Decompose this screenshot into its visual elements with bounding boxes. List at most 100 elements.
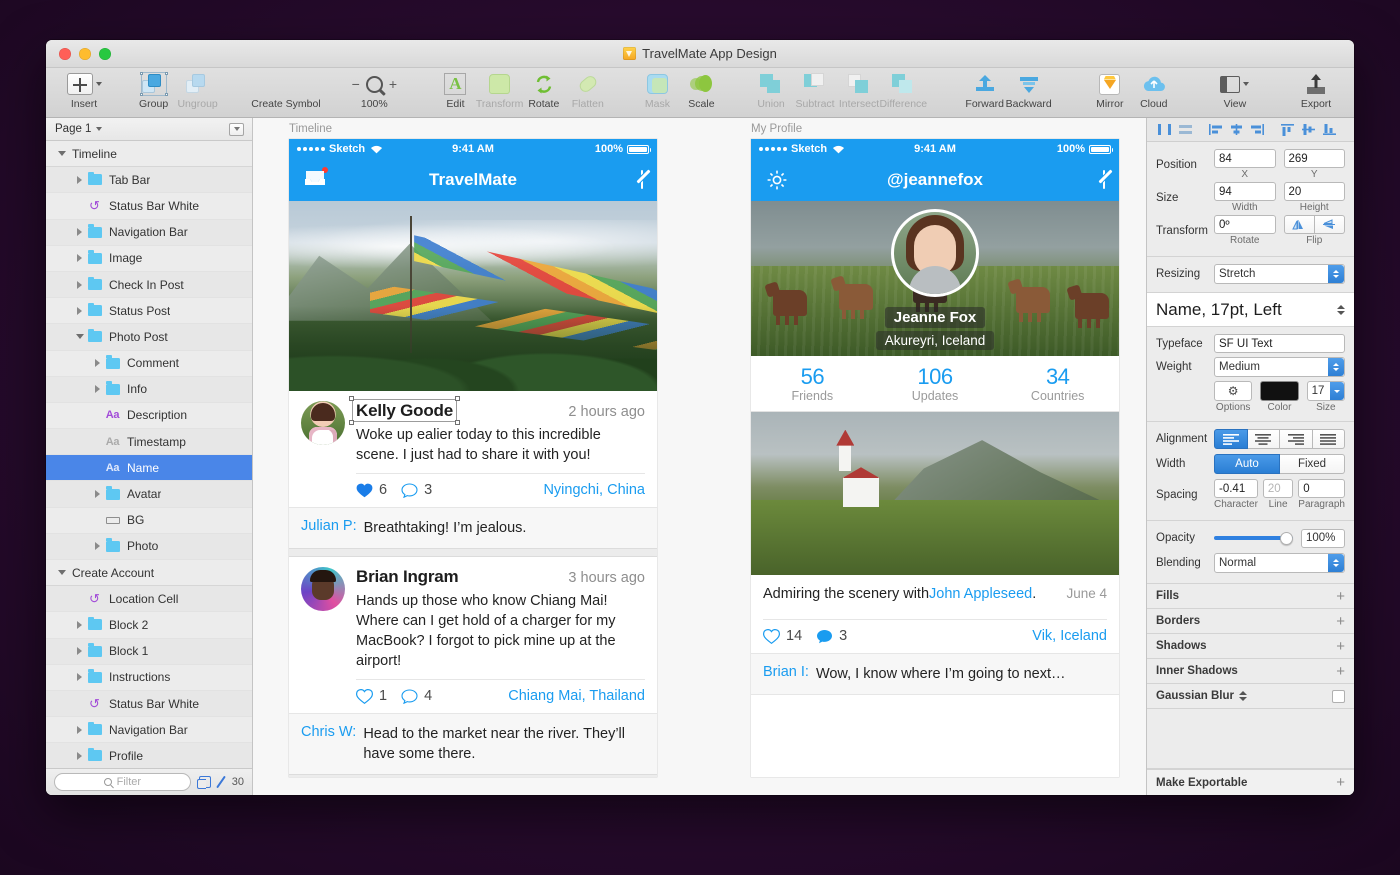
toolbar-export[interactable]: Export (1294, 72, 1338, 110)
inbox-button[interactable] (303, 165, 329, 193)
toolbar-scale[interactable]: Scale (679, 72, 723, 110)
comment-icon-filled[interactable] (816, 629, 833, 644)
toolbar-group[interactable]: Group (132, 72, 176, 110)
reply-author[interactable]: Brian I: (763, 664, 809, 684)
rotate-input[interactable]: 0º (1214, 215, 1276, 234)
toolbar-zoom[interactable]: − + 100% (352, 72, 397, 110)
layer-row-create-account[interactable]: Create Account (46, 560, 252, 587)
layer-row-status-bar-white[interactable]: ↺ Status Bar White (46, 193, 252, 220)
disclosure-collapsed-icon[interactable] (73, 673, 86, 682)
stepper-icon[interactable] (1329, 382, 1344, 400)
minimize-window-button[interactable] (79, 47, 91, 60)
profile-hero-photo[interactable]: Jeanne Fox Akureyri, Iceland (751, 201, 1119, 356)
layer-row-instructions[interactable]: Instructions (46, 665, 252, 691)
spacing-character-input[interactable]: -0.41 (1214, 479, 1258, 498)
plus-icon[interactable]: + (1336, 589, 1345, 604)
heart-icon-filled[interactable] (356, 483, 373, 498)
opacity-value-input[interactable]: 100% (1301, 528, 1345, 548)
selection-handle[interactable] (349, 396, 354, 401)
layer-row-status-post[interactable]: Status Post (46, 298, 252, 325)
layer-row-navigation-bar[interactable]: Navigation Bar (46, 717, 252, 744)
accordion-inner-shadows[interactable]: Inner Shadows + (1147, 659, 1354, 684)
layer-row-navigation-bar[interactable]: Navigation Bar (46, 219, 252, 246)
profile-post-photo-vik[interactable] (751, 412, 1119, 575)
post-location[interactable]: Chiang Mai, Thailand (508, 688, 645, 704)
toolbar-create-symbol[interactable]: Create Symbol (251, 72, 320, 110)
artboard-timeline[interactable]: Sketch 9:41 AM 100% TravelMate Kelly Goo… (289, 139, 657, 777)
accordion-shadows[interactable]: Shadows + (1147, 634, 1354, 659)
post-location[interactable]: Vik, Iceland (1032, 628, 1107, 644)
toolbar-mask[interactable]: Mask (635, 72, 679, 110)
size-width-input[interactable]: 94 (1214, 182, 1276, 201)
toolbar-intersect[interactable]: Intersect (837, 72, 881, 110)
layer-row-photo-post[interactable]: Photo Post (46, 324, 252, 351)
flip-vertical-button[interactable] (1314, 215, 1345, 234)
layer-row-block-2[interactable]: Block 2 (46, 612, 252, 639)
heart-icon-outline[interactable] (762, 628, 781, 644)
toolbar-ungroup[interactable]: Ungroup (176, 72, 220, 110)
maximize-window-button[interactable] (99, 47, 111, 60)
stepper-icon[interactable] (1328, 554, 1344, 572)
caption-link[interactable]: John Appleseed (929, 586, 1032, 602)
accordion-fills[interactable]: Fills + (1147, 584, 1354, 609)
plus-icon[interactable]: + (1336, 639, 1345, 654)
zoom-out-button[interactable]: − (352, 77, 360, 91)
close-window-button[interactable] (59, 47, 71, 60)
disclosure-collapsed-icon[interactable] (91, 385, 104, 394)
reply-author[interactable]: Julian P: (301, 518, 357, 538)
page-selector-row[interactable]: Page 1 (46, 118, 252, 141)
layer-row-name[interactable]: Aa Name (46, 455, 252, 482)
artboard-label-profile[interactable]: My Profile (751, 123, 802, 135)
window-controls[interactable] (59, 47, 111, 60)
pen-icon[interactable] (215, 776, 228, 789)
zoom-in-button[interactable]: + (389, 77, 397, 91)
artboard-profile[interactable]: Sketch 9:41 AM 100% @jeannefox Jeanne Fo… (751, 139, 1119, 777)
plus-icon[interactable]: + (1336, 775, 1345, 790)
font-size-input[interactable]: 17 (1306, 381, 1345, 401)
align-middle-icon[interactable] (1299, 122, 1318, 138)
disclosure-collapsed-icon[interactable] (73, 306, 86, 315)
font-options-button[interactable]: ⚙ (1214, 381, 1253, 401)
align-right-icon[interactable] (1248, 122, 1267, 138)
toolbar-difference[interactable]: Difference (879, 72, 927, 110)
toolbar-edit[interactable]: A Edit (433, 72, 477, 110)
align-center-horizontal-icon[interactable] (1227, 122, 1246, 138)
toolbar-union[interactable]: Union (749, 72, 793, 110)
layer-row-image[interactable]: Image (46, 246, 252, 272)
post-location[interactable]: Nyingchi, China (543, 482, 645, 498)
heart-icon-outline[interactable] (355, 688, 374, 704)
position-y-input[interactable]: 269 (1283, 149, 1345, 168)
layer-row-block-1[interactable]: Block 1 (46, 638, 252, 665)
align-text-right-button[interactable] (1280, 429, 1313, 449)
stat-updates[interactable]: 106 Updates (874, 364, 997, 403)
plus-icon[interactable]: + (1336, 614, 1345, 629)
layer-row-bg[interactable]: BG (46, 508, 252, 534)
disclosure-collapsed-icon[interactable] (73, 725, 86, 734)
artboard-label-timeline[interactable]: Timeline (289, 123, 332, 135)
toolbar-forward[interactable]: Forward (963, 72, 1007, 110)
disclosure-expanded-icon[interactable] (55, 151, 68, 157)
size-height-input[interactable]: 20 (1283, 182, 1345, 201)
toolbar-backward[interactable]: Backward (1006, 72, 1052, 110)
toolbar-transform[interactable]: Transform (476, 72, 523, 110)
layer-row-avatar[interactable]: Avatar (46, 481, 252, 508)
slider-knob[interactable] (1280, 531, 1293, 545)
align-left-icon[interactable] (1206, 122, 1225, 138)
disclosure-collapsed-icon[interactable] (73, 228, 86, 237)
compose-button[interactable] (1103, 170, 1105, 189)
layer-row-check-in-post[interactable]: Check In Post (46, 271, 252, 299)
disclosure-collapsed-icon[interactable] (91, 359, 104, 368)
blending-select[interactable]: Normal (1214, 553, 1345, 573)
selection-handle[interactable] (455, 396, 460, 401)
toolbar-subtract[interactable]: Subtract (793, 72, 837, 110)
stepper-icon[interactable] (1328, 358, 1344, 376)
layer-row-description[interactable]: Aa Description (46, 403, 252, 430)
disclosure-expanded-icon[interactable] (55, 570, 68, 576)
spacing-paragraph-input[interactable]: 0 (1298, 479, 1345, 498)
stat-countries[interactable]: 34 Countries (996, 364, 1119, 403)
toolbar-mirror[interactable]: Mirror (1088, 72, 1132, 110)
resizing-select[interactable]: Stretch (1214, 264, 1345, 284)
layer-row-status-bar-white[interactable]: ↺ Status Bar White (46, 690, 252, 718)
accordion-gaussian-blur[interactable]: Gaussian Blur (1147, 684, 1354, 709)
disclosure-collapsed-icon[interactable] (91, 542, 104, 551)
